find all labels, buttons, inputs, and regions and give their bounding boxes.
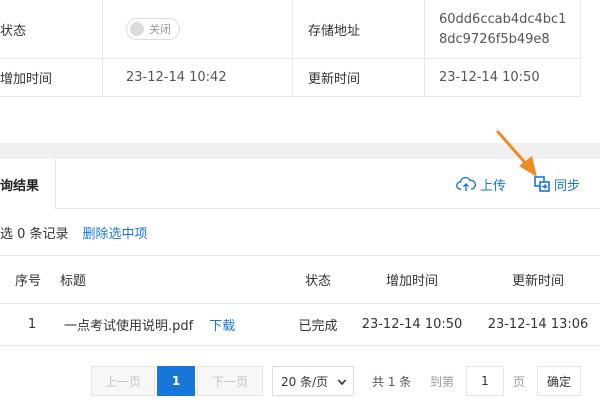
status-toggle-cell: 关闭 — [126, 0, 180, 58]
download-link[interactable]: 下载 — [209, 315, 235, 334]
sync-label: 同步 — [554, 178, 581, 194]
next-page-button[interactable]: 下一页 — [197, 366, 263, 396]
row-status: 已完成 — [298, 319, 338, 334]
updated-value: 23-12-14 10:50 — [439, 70, 540, 85]
row-index: 1 — [27, 317, 37, 332]
header-updated: 更新时间 — [511, 274, 564, 289]
status-toggle[interactable]: 关闭 — [126, 18, 180, 40]
header-added: 增加时间 — [385, 274, 438, 289]
goto-label: 到第 — [430, 374, 455, 389]
row-title: 一点考试使用说明.pdf — [64, 319, 194, 334]
divider — [292, 0, 293, 97]
divider — [102, 0, 103, 97]
confirm-button[interactable]: 确定 — [537, 366, 581, 396]
row-added: 23-12-14 10:50 — [361, 317, 463, 332]
tab-bar: 询结果 上传 同步 — [0, 159, 600, 210]
total-count: 共 1 条 — [372, 374, 412, 389]
divider — [580, 0, 581, 97]
tab-query-results[interactable]: 询结果 — [0, 159, 56, 210]
cloud-upload-icon — [456, 176, 476, 191]
divider — [424, 0, 425, 97]
status-label: 状态 — [0, 23, 27, 39]
upload-button[interactable]: 上传 — [456, 159, 506, 209]
tab-query-results-label: 询结果 — [0, 178, 40, 194]
table-header: 序号 标题 状态 增加时间 更新时间 — [0, 255, 600, 304]
page-size-select[interactable]: 20 条/页 — [272, 366, 354, 396]
selection-toolbar: 选 0 条记录 删除选中项 — [0, 222, 148, 242]
page-1-button[interactable]: 1 — [157, 366, 195, 396]
upload-label: 上传 — [480, 178, 507, 194]
storage-value-line1: 60dd6ccab4dc4bc1 — [439, 11, 567, 27]
added-label: 增加时间 — [0, 72, 53, 87]
prev-page-button[interactable]: 上一页 — [91, 366, 155, 396]
table-row: 1 一点考试使用说明.pdf 下载 已完成 23-12-14 10:50 23-… — [0, 304, 600, 346]
added-value: 23-12-14 10:42 — [126, 70, 227, 85]
sync-button[interactable]: 同步 — [534, 159, 580, 209]
storage-value-line2: 8dc9726f5b49e8 — [439, 31, 550, 47]
tab-underline — [0, 209, 56, 210]
chevron-down-icon — [337, 379, 347, 386]
header-index: 序号 — [14, 274, 41, 289]
delete-selected-button[interactable]: 删除选中项 — [83, 223, 148, 242]
page-suffix: 页 — [513, 374, 526, 389]
storage-label: 存储地址 — [308, 23, 361, 39]
selection-count: 选 0 条记录 — [0, 226, 69, 242]
row-updated: 23-12-14 13:06 — [487, 317, 589, 332]
detail-table: 状态 关闭 存储地址 60dd6ccab4dc4bc1 8dc9726f5b49… — [0, 0, 581, 97]
goto-page-input[interactable]: 1 — [466, 366, 504, 396]
updated-label: 更新时间 — [308, 72, 361, 87]
row-title-cell: 一点考试使用说明.pdf 下载 — [64, 304, 280, 345]
header-title: 标题 — [60, 274, 87, 289]
sync-icon — [534, 176, 550, 192]
header-status: 状态 — [304, 274, 331, 289]
toggle-knob-icon — [130, 22, 144, 36]
page-size-value: 20 条/页 — [281, 374, 329, 389]
status-toggle-label: 关闭 — [149, 23, 171, 36]
